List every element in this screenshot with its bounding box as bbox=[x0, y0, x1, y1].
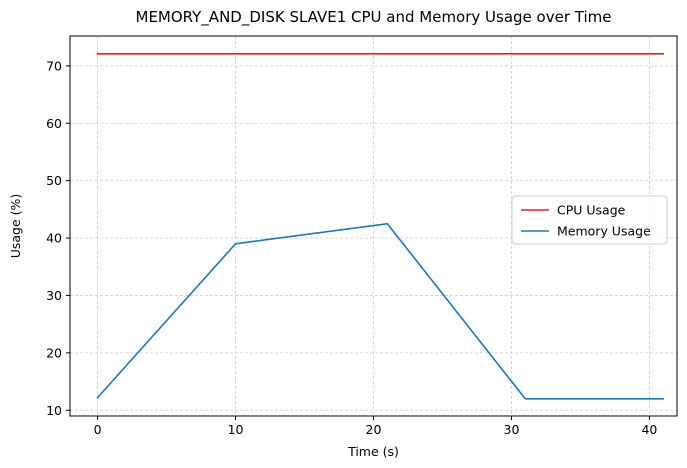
y-tick-label: 40 bbox=[46, 231, 62, 246]
y-tick-label: 20 bbox=[46, 345, 62, 360]
y-axis-label: Usage (%) bbox=[8, 194, 23, 259]
x-tick-label: 0 bbox=[94, 422, 102, 437]
x-tick-label: 20 bbox=[366, 422, 382, 437]
chart-title: MEMORY_AND_DISK SLAVE1 CPU and Memory Us… bbox=[136, 8, 612, 27]
legend-label: Memory Usage bbox=[557, 224, 651, 239]
chart-root: 0 10 20 30 40 10 20 30 40 50 60 70 MEMORY_AND_DISK … bbox=[0, 0, 687, 468]
x-tick-label: 30 bbox=[504, 422, 520, 437]
x-tick-label: 10 bbox=[228, 422, 244, 437]
y-tick-label: 10 bbox=[46, 403, 62, 418]
y-tick-label: 50 bbox=[46, 173, 62, 188]
x-axis-label: Time (s) bbox=[347, 444, 399, 459]
chart-svg: 0 10 20 30 40 10 20 30 40 50 60 70 MEMORY_AND_DISK … bbox=[0, 0, 687, 468]
legend: CPU Usage Memory Usage bbox=[511, 195, 668, 245]
y-tick-label: 30 bbox=[46, 288, 62, 303]
y-tick-label: 70 bbox=[46, 58, 62, 73]
x-tick-label: 40 bbox=[641, 422, 657, 437]
legend-label: CPU Usage bbox=[557, 203, 626, 218]
y-tick-label: 60 bbox=[46, 116, 62, 131]
